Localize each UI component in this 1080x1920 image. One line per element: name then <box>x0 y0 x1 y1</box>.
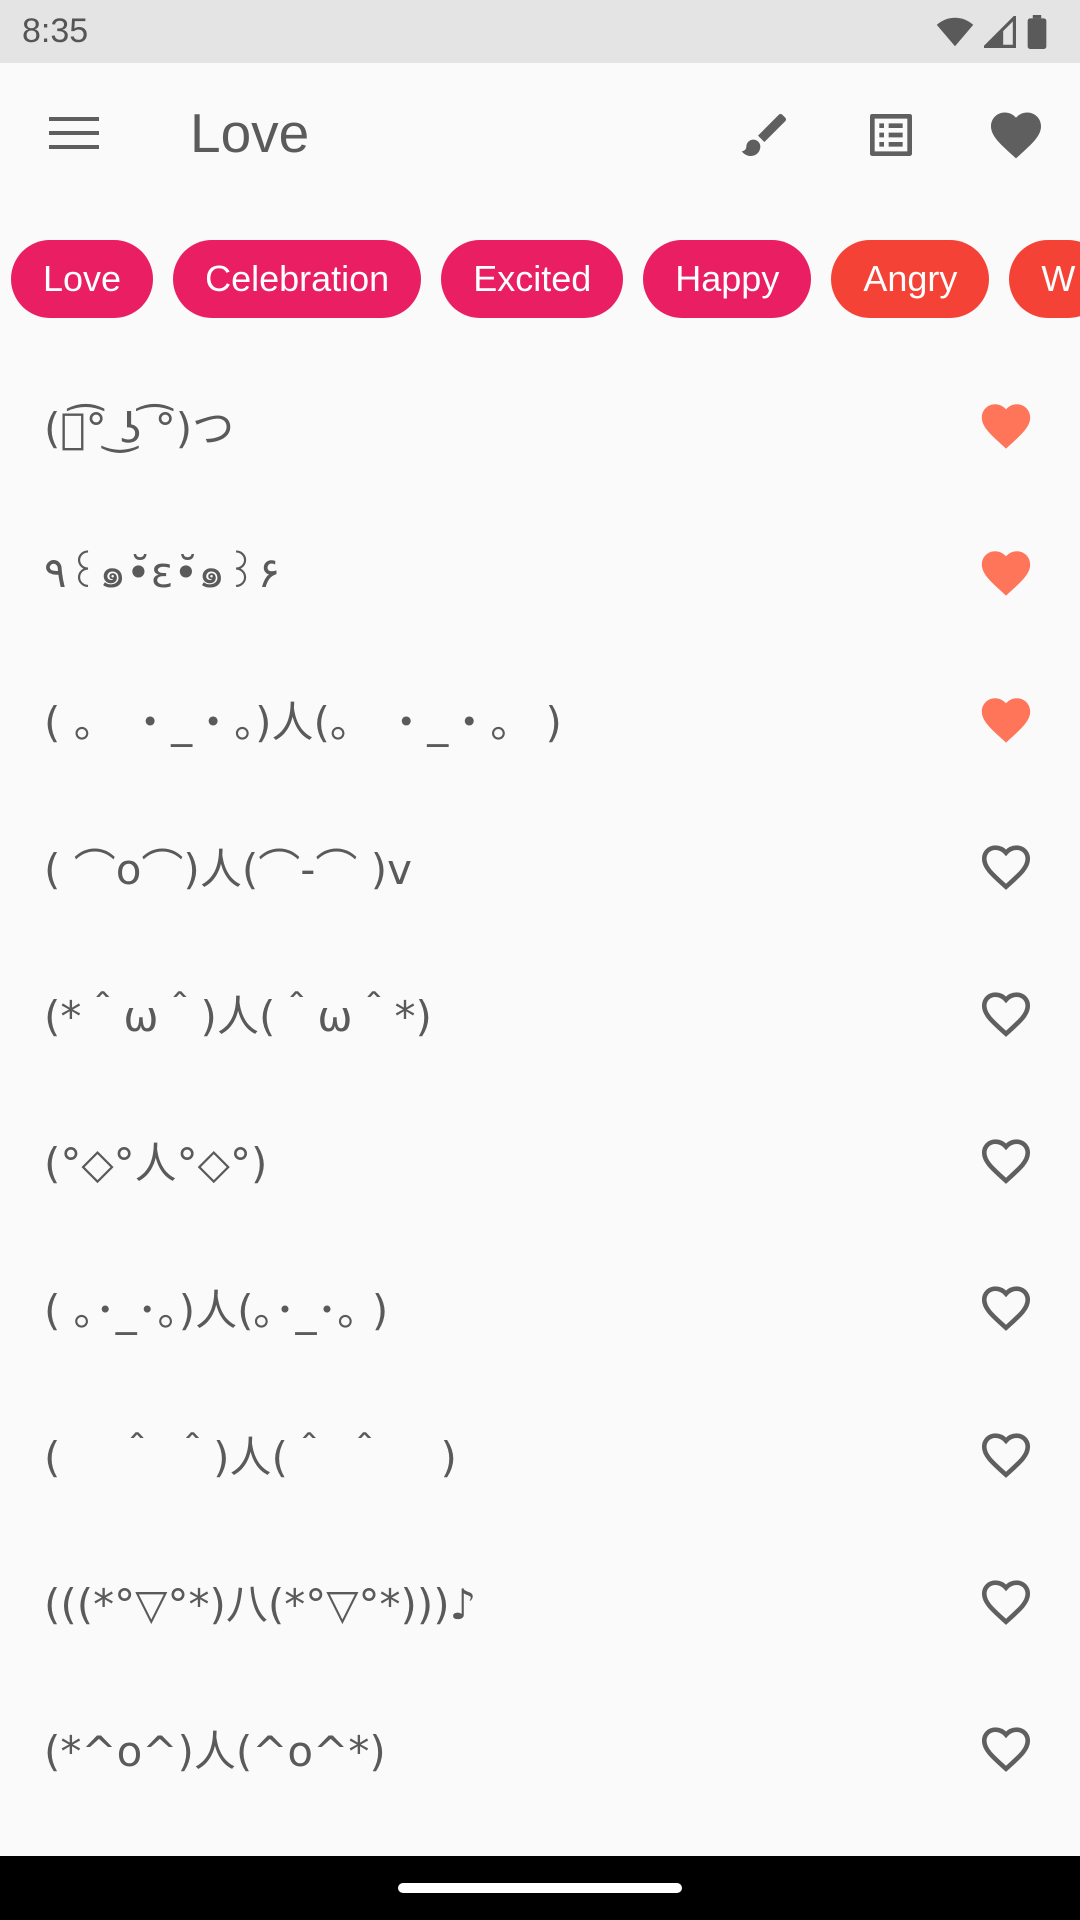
heart-filled-icon <box>981 403 1031 449</box>
menu-icon <box>49 117 99 149</box>
heart-icon <box>991 112 1041 159</box>
list-item[interactable]: ( 。 ・_・。)人(。 ・_・。 ) <box>0 646 1080 793</box>
heart-filled-icon <box>981 550 1031 596</box>
page-title: Love <box>190 102 310 164</box>
list-button[interactable] <box>859 103 923 167</box>
wifi-icon <box>936 17 974 46</box>
status-icons <box>936 14 1048 49</box>
list-icon <box>870 114 912 156</box>
list-item[interactable]: (つ͡° ͜ʖ ͡°)つ <box>0 352 1080 499</box>
favorite-toggle[interactable] <box>976 543 1036 603</box>
kaomoji-text: (つ͡° ͜ʖ ͡°)つ <box>44 404 235 453</box>
heart-filled-icon <box>981 697 1031 743</box>
brush-icon <box>741 113 787 156</box>
kaomoji-text: ( ｡･_･｡)人(｡･_･｡ ) <box>44 1286 389 1335</box>
heart-outline-icon <box>981 1432 1031 1478</box>
kaomoji-text: (*^o^)人(^o^*) <box>44 1727 386 1776</box>
list-item[interactable]: ( ｡･_･｡)人(｡･_･｡ ) <box>0 1234 1080 1381</box>
chip-angry[interactable]: Angry <box>831 240 990 318</box>
favorite-toggle[interactable] <box>976 1278 1036 1338</box>
chip-partial[interactable]: W <box>1009 240 1080 318</box>
kaomoji-text: ٩꒰๑•̆ε•̆๑꒱۶ <box>44 547 281 597</box>
battery-icon <box>1027 14 1047 49</box>
heart-outline-icon <box>981 1579 1031 1625</box>
favorite-toggle[interactable] <box>976 984 1036 1044</box>
kaomoji-text: (((*°▽°*)八(*°▽°*)))♪ <box>44 1580 477 1629</box>
chip-love[interactable]: Love <box>11 240 154 318</box>
kaomoji-text: ( ⌒o⌒)人(⌒-⌒ )v <box>44 845 412 894</box>
heart-outline-icon <box>981 991 1031 1037</box>
list-item[interactable]: ٩꒰๑•̆ε•̆๑꒱۶ <box>0 499 1080 646</box>
favorite-toggle[interactable] <box>976 1719 1036 1779</box>
favorite-toggle[interactable] <box>976 1425 1036 1485</box>
list-item[interactable]: ( ＾ ＾)人(＾ ＾ ) <box>0 1381 1080 1528</box>
favorite-toggle[interactable] <box>976 690 1036 750</box>
menu-button[interactable] <box>44 108 104 158</box>
kaomoji-text: (°◇°人°◇°) <box>44 1139 268 1188</box>
home-gesture-handle[interactable] <box>398 1883 682 1893</box>
status-time: 8:35 <box>22 12 89 50</box>
kaomoji-text: ( 。 ・_・。)人(。 ・_・。 ) <box>44 698 562 747</box>
chip-celebration[interactable]: Celebration <box>173 240 422 318</box>
heart-outline-icon <box>981 1138 1031 1184</box>
favorite-toggle[interactable] <box>976 837 1036 897</box>
chip-happy[interactable]: Happy <box>643 240 812 318</box>
list-item[interactable]: (*＾ω＾)人(＾ω＾*) <box>0 940 1080 1087</box>
status-bar: 8:35 <box>0 0 1080 63</box>
chip-excited[interactable]: Excited <box>441 240 624 318</box>
heart-outline-icon <box>981 1726 1031 1772</box>
kaomoji-text: ( ＾ ＾)人(＾ ＾ ) <box>44 1433 457 1482</box>
category-chips: Love Celebration Excited Happy Angry W <box>0 240 1080 320</box>
heart-outline-icon <box>981 844 1031 890</box>
kaomoji-list: (つ͡° ͜ʖ ͡°)つ ٩꒰๑•̆ε•̆๑꒱۶ ( 。 ・_・。)人(。 ・_… <box>0 352 1080 1822</box>
list-item[interactable]: (°◇°人°◇°) <box>0 1087 1080 1234</box>
favorite-toggle[interactable] <box>976 1572 1036 1632</box>
cellular-icon <box>984 15 1016 48</box>
system-nav-bar <box>0 1856 1080 1920</box>
favorites-button[interactable] <box>984 103 1048 167</box>
heart-outline-icon <box>981 1285 1031 1331</box>
favorite-toggle[interactable] <box>976 396 1036 456</box>
list-item[interactable]: ( ⌒o⌒)人(⌒-⌒ )v <box>0 793 1080 940</box>
app-bar: Love <box>0 63 1080 208</box>
list-item[interactable]: (((*°▽°*)八(*°▽°*)))♪ <box>0 1528 1080 1675</box>
theme-button[interactable] <box>733 103 797 167</box>
favorite-toggle[interactable] <box>976 1131 1036 1191</box>
kaomoji-text: (*＾ω＾)人(＾ω＾*) <box>44 992 432 1041</box>
list-item[interactable]: (*^o^)人(^o^*) <box>0 1675 1080 1822</box>
